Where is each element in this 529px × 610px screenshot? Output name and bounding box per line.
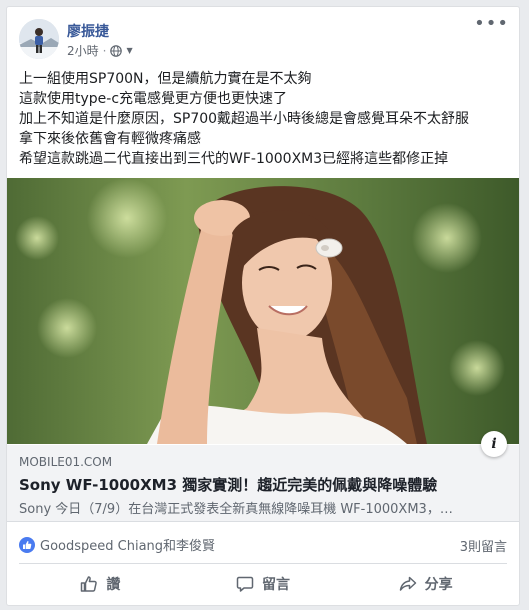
globe-icon[interactable] [110, 44, 123, 57]
post-actions: 讚 留言 分享 [19, 567, 507, 601]
post-card: 廖振捷 2小時 · ▼ ••• 上一組使用SP700N，但是續航力實在是不太夠 … [6, 6, 520, 606]
comments-count[interactable]: 3則留言 [460, 536, 507, 555]
comment-icon [236, 576, 254, 592]
comment-button[interactable]: 留言 [182, 567, 345, 601]
link-preview[interactable]: MOBILE01.COM Sony WF-1000XM3 獨家實測！趨近完美的佩… [7, 445, 519, 522]
meta-separator: · [102, 43, 107, 58]
thumbs-up-icon [81, 576, 98, 592]
comment-label: 留言 [262, 577, 290, 593]
share-icon [399, 576, 416, 591]
post-timestamp[interactable]: 2小時 [67, 42, 99, 59]
divider [19, 563, 507, 564]
post-text-line: 上一組使用SP700N，但是續航力實在是不太夠 [19, 71, 312, 87]
post-text-line: 希望這款跳過二代直接出到三代的WF-1000XM3已經將這些都修正掉 [19, 151, 449, 167]
link-title[interactable]: Sony WF-1000XM3 獨家實測！趨近完美的佩戴與降噪體驗 [19, 474, 437, 495]
share-label: 分享 [424, 577, 453, 593]
author-avatar[interactable] [19, 19, 59, 59]
like-label: 讚 [106, 577, 121, 593]
like-button[interactable]: 讚 [19, 567, 182, 601]
share-button[interactable]: 分享 [344, 567, 507, 601]
post-text-line: 拿下來後依舊會有輕微疼痛感 [19, 131, 201, 147]
privacy-chevron-down-icon[interactable]: ▼ [126, 46, 132, 55]
post-text-line: 加上不知道是什麼原因，SP700戴超過半小時後總是會感覺耳朵不太舒服 [19, 111, 470, 127]
post-text: 上一組使用SP700N，但是續航力實在是不太夠 這款使用type-c充電感覺更方… [19, 69, 509, 169]
link-description: Sony 今日（7/9）在台灣正式發表全新真無線降噪耳機 WF-1000XM3，… [19, 502, 453, 517]
link-domain: MOBILE01.COM [19, 455, 113, 469]
link-preview-image[interactable] [7, 178, 519, 444]
author-name[interactable]: 廖振捷 [67, 21, 109, 41]
reactions-summary[interactable]: Goodspeed Chiang和李俊賢 [19, 535, 215, 554]
post-text-line: 這款使用type-c充電感覺更方便也更快速了 [19, 91, 288, 107]
more-options-icon[interactable]: ••• [474, 15, 509, 33]
info-icon[interactable]: i [481, 431, 507, 457]
like-reaction-icon [19, 536, 35, 553]
reaction-names: Goodspeed Chiang和李俊賢 [40, 539, 216, 554]
post-meta: 2小時 · ▼ [67, 42, 133, 59]
